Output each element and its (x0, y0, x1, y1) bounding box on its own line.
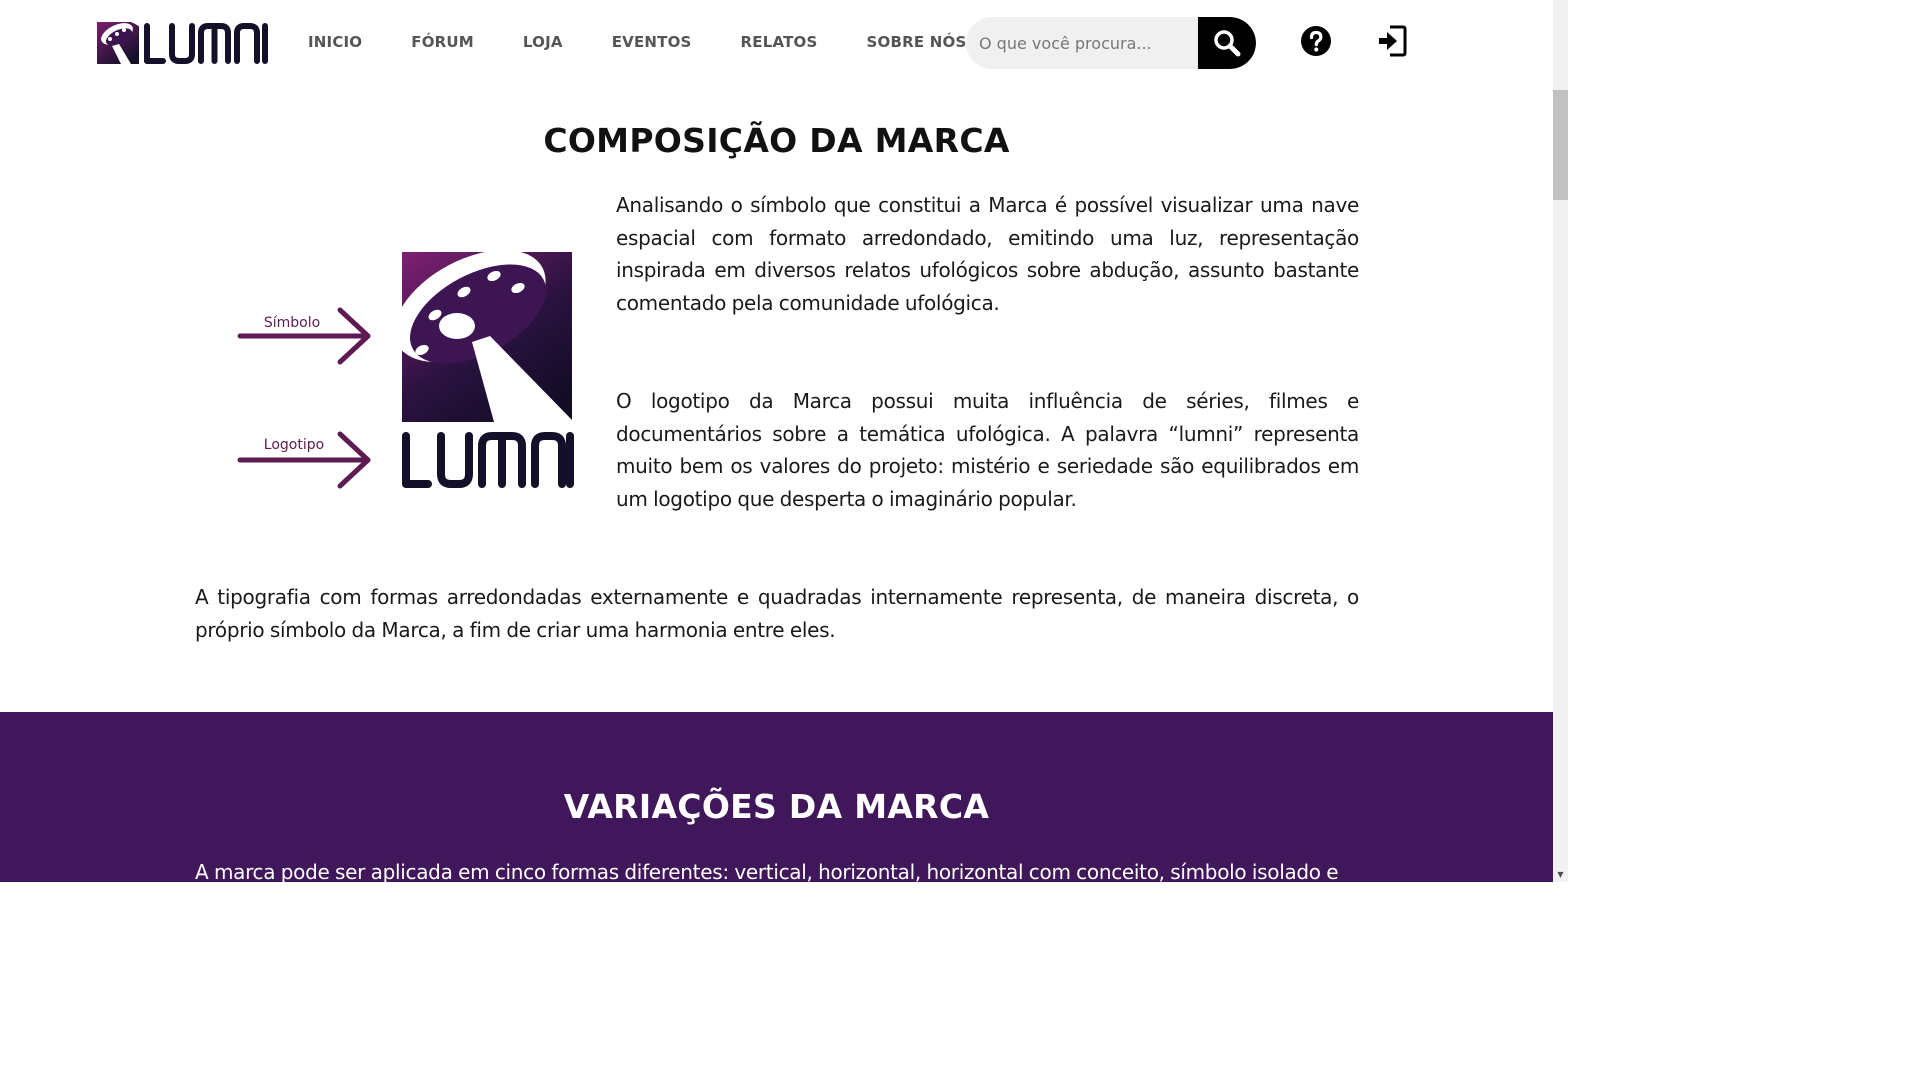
page: INICIO FÓRUM LOJA EVENTOS RELATOS SOBRE … (0, 0, 1553, 882)
scrollbar-thumb[interactable] (1553, 90, 1568, 200)
brand-composition-figure: Símbolo Logotipo (237, 252, 574, 489)
composition-paragraph-symbol: Analisando o símbolo que constitui a Mar… (616, 193, 1359, 315)
logotype-label: Logotipo (264, 437, 324, 453)
nav-item-sobre-nos[interactable]: SOBRE NÓS (867, 32, 967, 52)
brand-logotype (402, 432, 574, 488)
search-input[interactable] (966, 17, 1198, 69)
nav-item-inicio[interactable]: INICIO (308, 32, 362, 52)
composition-paragraph-typography: A tipografia com formas arredondadas ext… (195, 585, 1359, 642)
nav-item-forum[interactable]: FÓRUM (411, 32, 474, 52)
search-button[interactable] (1198, 17, 1256, 69)
scroll-down-arrow-icon[interactable]: ▼ (1553, 866, 1568, 882)
variations-paragraph: A marca pode ser aplicada em cinco forma… (195, 860, 1339, 882)
main-nav: INICIO FÓRUM LOJA EVENTOS RELATOS SOBRE … (308, 32, 966, 52)
symbol-label: Símbolo (264, 315, 320, 331)
nav-item-eventos[interactable]: EVENTOS (612, 32, 692, 52)
nav-item-relatos[interactable]: RELATOS (741, 32, 818, 52)
magnifier-icon (1214, 30, 1241, 57)
section-title-composicao: COMPOSIÇÃO DA MARCA (543, 121, 1010, 160)
section-title-variacoes: VARIAÇÕES DA MARCA (563, 787, 990, 826)
search-bar (966, 17, 1256, 69)
brand-symbol (402, 252, 572, 422)
site-header: INICIO FÓRUM LOJA EVENTOS RELATOS SOBRE … (0, 0, 1553, 86)
sign-in-icon[interactable] (1376, 24, 1408, 58)
composition-paragraph-logotype: O logotipo da Marca possui muita influên… (616, 389, 1359, 511)
site-logo[interactable] (97, 20, 269, 66)
question-circle-icon[interactable] (1300, 25, 1332, 57)
nav-item-loja[interactable]: LOJA (523, 32, 563, 52)
